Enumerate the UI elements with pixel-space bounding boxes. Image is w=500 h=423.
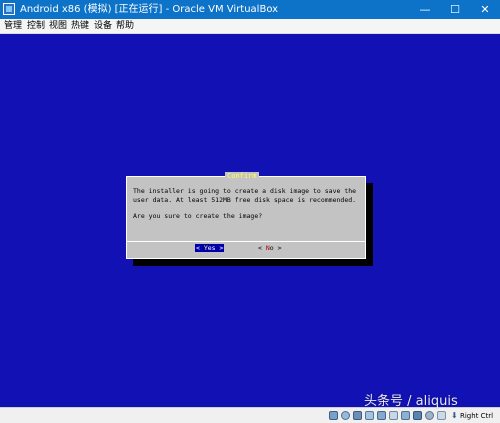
no-bracket-left: < (258, 244, 266, 252)
dialog-message-line: user data. At least 512MB free disk spac… (133, 195, 357, 204)
confirm-dialog: Confirm The installer is going to create… (126, 172, 366, 259)
minimize-button[interactable]: — (410, 0, 440, 19)
host-key-label[interactable]: Right Ctrl (460, 411, 493, 421)
network-icon[interactable] (365, 411, 374, 420)
yes-label: es (207, 244, 216, 252)
yes-bracket-left: < (196, 244, 204, 252)
menu-manage[interactable]: 管理 (4, 20, 22, 32)
host-key-arrow-icon: ⬇ (451, 411, 458, 420)
mouse-integration-icon[interactable] (425, 411, 434, 420)
virtualbox-app-icon (3, 3, 15, 15)
watermark: 头条号 / aliquis (364, 394, 458, 409)
usb-icon[interactable] (377, 411, 386, 420)
dialog-message-line: The installer is going to create a disk … (133, 187, 357, 195)
maximize-button[interactable]: ☐ (440, 0, 470, 19)
menu-help[interactable]: 帮助 (116, 20, 134, 32)
dialog-separator (127, 241, 365, 242)
window-title: Android x86 (模拟) [正在运行] - Oracle VM Virt… (20, 4, 279, 15)
audio-icon[interactable] (353, 411, 362, 420)
menu-devices[interactable]: 设备 (94, 20, 112, 32)
window-titlebar[interactable]: Android x86 (模拟) [正在运行] - Oracle VM Virt… (0, 0, 500, 19)
shared-folders-icon[interactable] (389, 411, 398, 420)
no-button[interactable]: < No > (257, 244, 283, 252)
dialog-message: The installer is going to create a disk … (133, 187, 361, 204)
hard-disk-icon[interactable] (329, 411, 338, 420)
menubar: 管理 控制 视图 热键 设备 帮助 (0, 19, 500, 34)
yes-button[interactable]: < Yes > (195, 244, 225, 252)
menu-control[interactable]: 控制 (27, 20, 45, 32)
keyboard-icon[interactable] (437, 411, 446, 420)
video-capture-icon[interactable] (413, 411, 422, 420)
no-bracket-right: > (273, 244, 282, 252)
optical-drive-icon[interactable] (341, 411, 350, 420)
yes-bracket-right: > (215, 244, 224, 252)
display-icon[interactable] (401, 411, 410, 420)
dialog-question: Are you sure to create the image? (133, 212, 263, 220)
menu-hotkeys[interactable]: 热键 (71, 20, 89, 32)
menu-view[interactable]: 视图 (49, 20, 67, 32)
close-button[interactable]: ✕ (470, 0, 500, 19)
dialog-title: Confirm (225, 172, 259, 180)
